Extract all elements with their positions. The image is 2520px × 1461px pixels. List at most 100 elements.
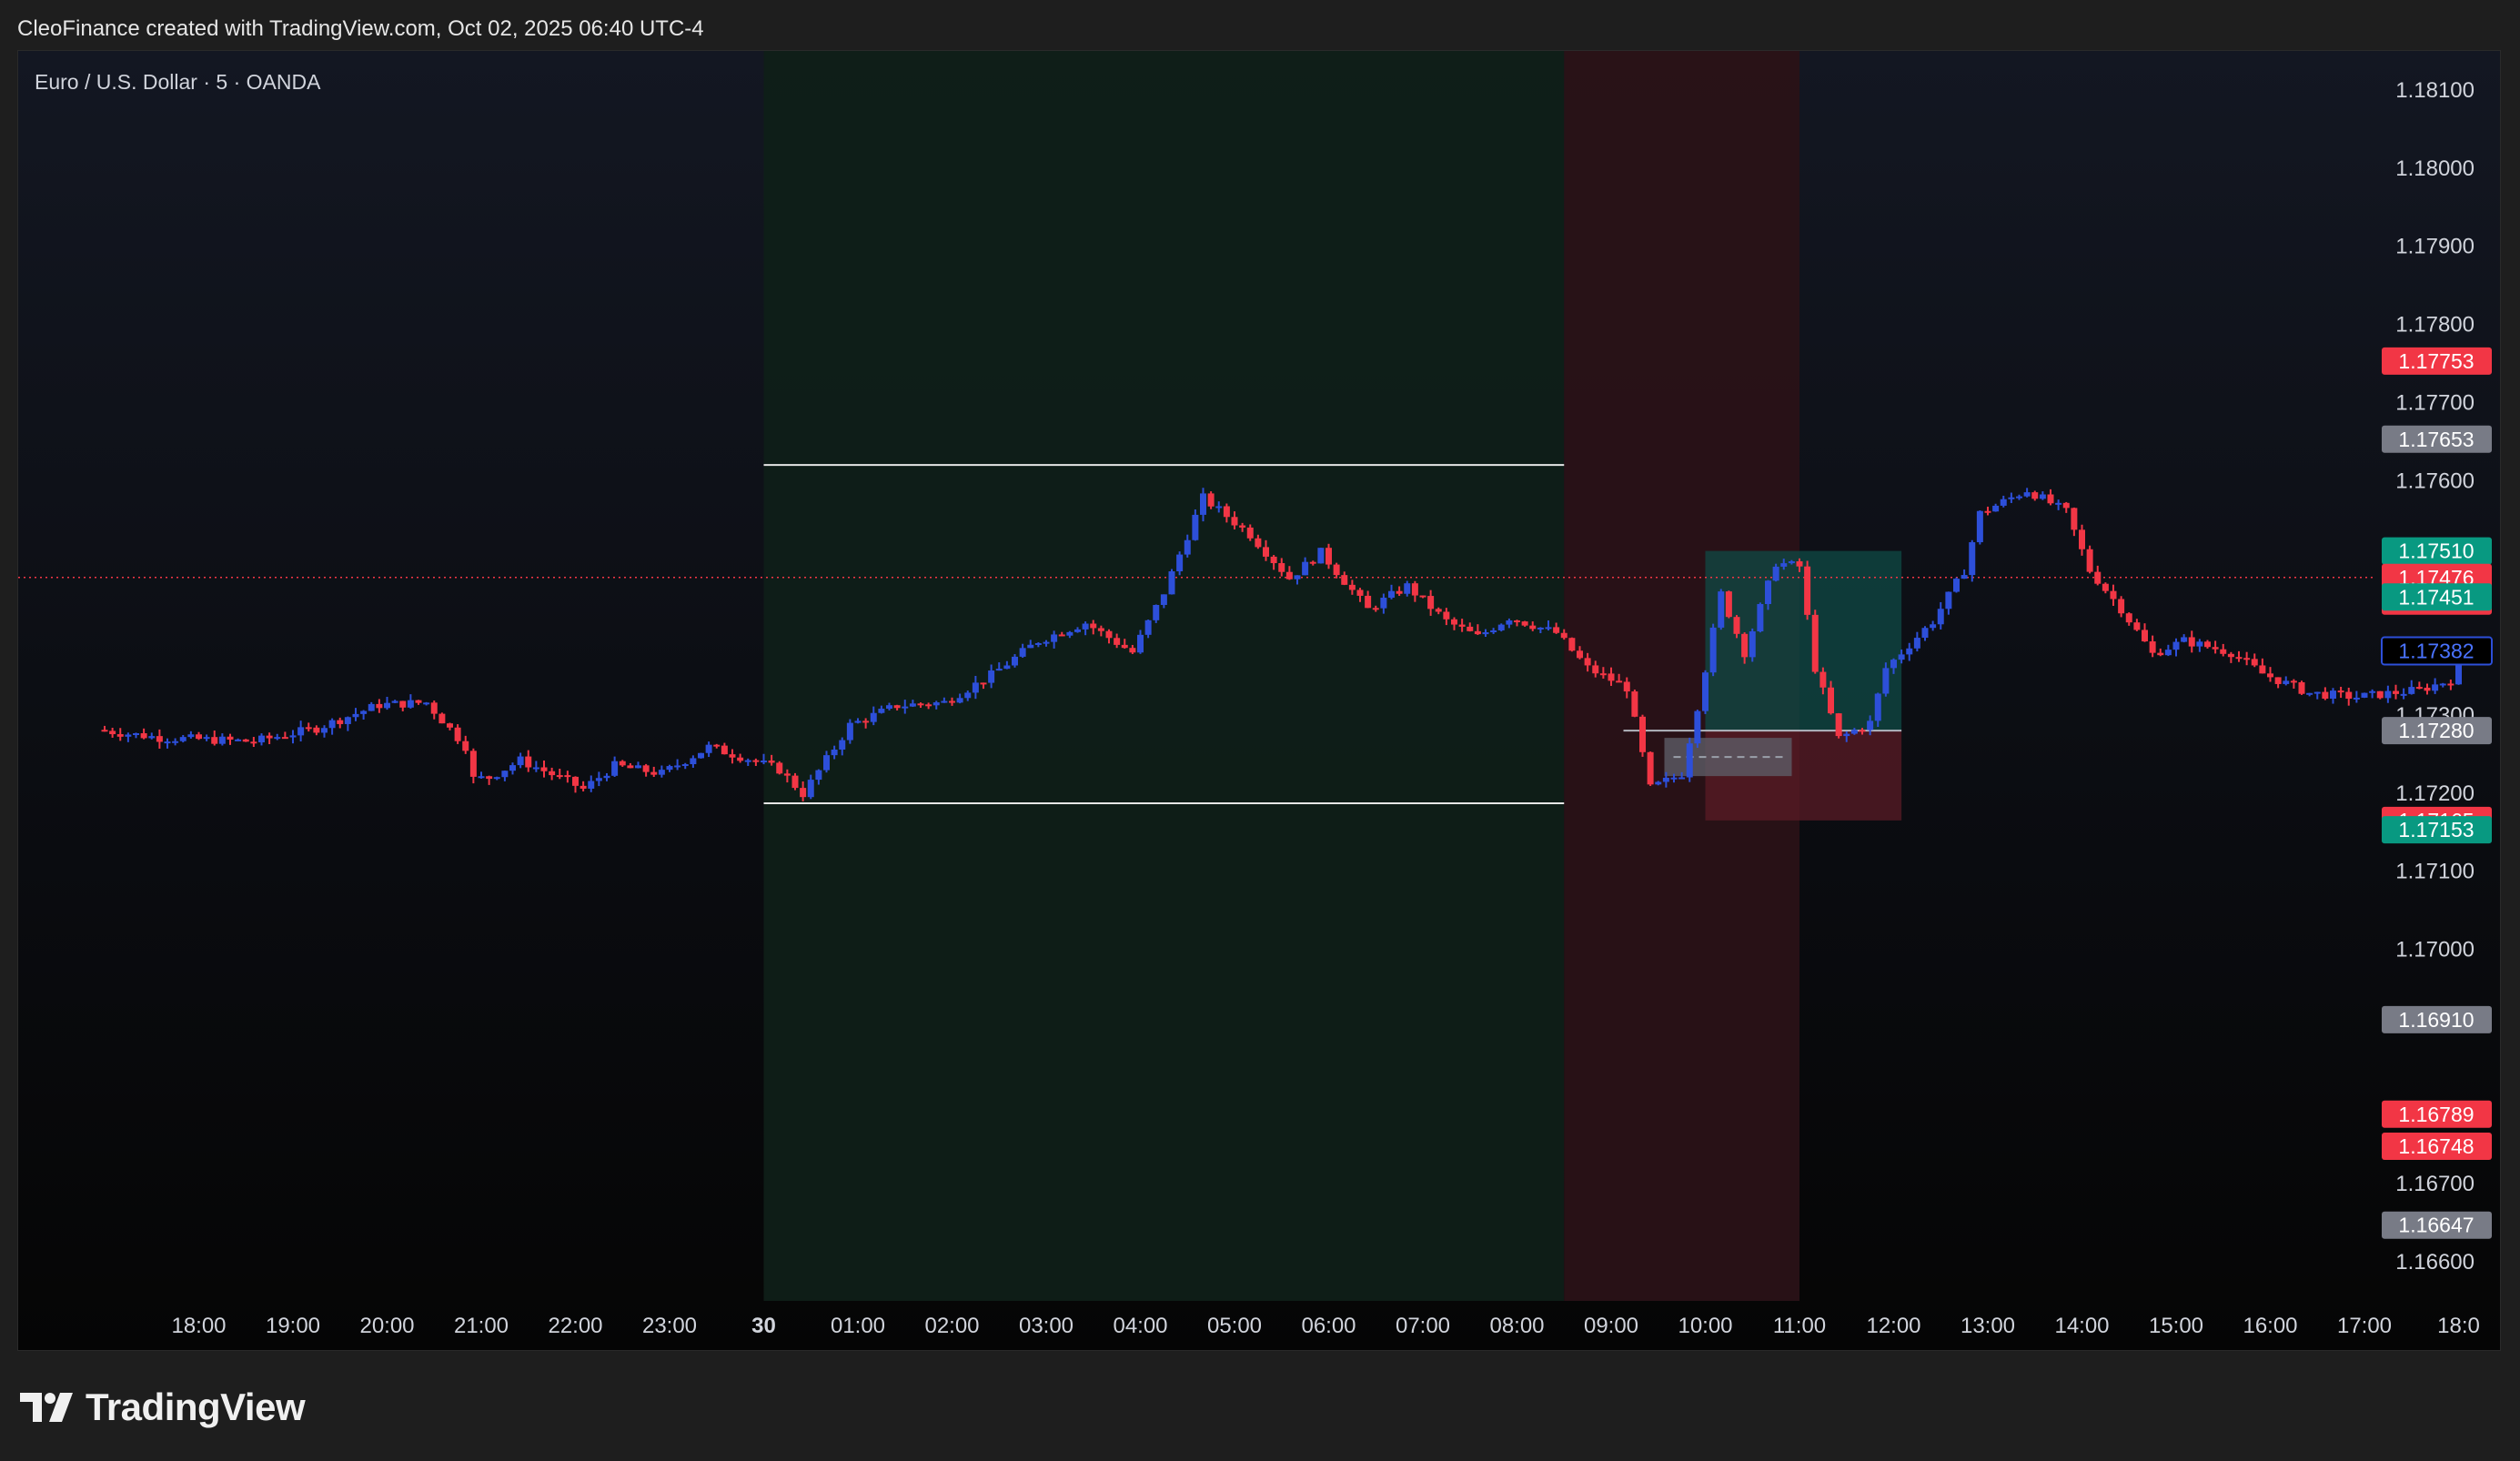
candle-body (1356, 589, 1364, 596)
candle-body (2235, 657, 2243, 660)
candle-body (337, 720, 344, 724)
tradingview-logo[interactable]: TradingView (20, 1378, 306, 1436)
x-axis-tick: 22:00 (548, 1314, 602, 1338)
candle-body (1765, 580, 1771, 605)
price-label: 1.17382 (2398, 640, 2474, 663)
candle-body (619, 761, 626, 766)
candle-body (423, 702, 430, 705)
candle-body (1921, 628, 1929, 639)
candle-body (886, 705, 892, 710)
candle-body (1239, 525, 1246, 528)
candle-body (2110, 590, 2117, 600)
candle-body (1302, 561, 1309, 576)
y-axis-tick: 1.18000 (2395, 156, 2475, 181)
candle-body (242, 739, 249, 742)
candle-body (1411, 583, 1418, 596)
candle-body (1796, 561, 1803, 567)
y-axis-tick: 1.18100 (2395, 78, 2475, 103)
candle-body (1051, 634, 1058, 642)
candle-body (454, 727, 461, 741)
candle-body (768, 761, 775, 763)
candle-body (313, 727, 320, 733)
candle-body (101, 730, 108, 732)
candle-body (1474, 630, 1481, 635)
candle-body (2157, 652, 2164, 656)
candle-body (1396, 590, 1403, 594)
y-axis-tick: 1.16600 (2395, 1250, 2475, 1275)
x-axis-tick: 30 (751, 1314, 776, 1338)
candle-body (949, 700, 955, 703)
candle-body (823, 755, 830, 771)
candlestick-chart[interactable]: 1.18100 1.18000 1.17900 1.17800 1.17700 1.176… (18, 51, 2500, 1350)
candle-body (1992, 505, 2000, 512)
candle-body (1027, 644, 1034, 649)
candle-body (705, 744, 712, 753)
candle-body (281, 737, 288, 740)
candle-body (1082, 623, 1089, 630)
candle-body (2432, 684, 2439, 691)
candle-body (1341, 575, 1348, 585)
candle-body (2424, 687, 2431, 691)
x-axis-tick: 11:00 (1773, 1314, 1826, 1338)
candle-body (1388, 590, 1395, 599)
candle-body (2181, 637, 2188, 642)
candle-body (1898, 654, 1905, 660)
candle-body (2267, 673, 2273, 678)
candle-body (761, 761, 767, 763)
candle-body (2361, 692, 2368, 698)
candle-body (164, 741, 171, 744)
candle-body (540, 767, 548, 771)
candle-body (360, 710, 368, 714)
candle-body (1326, 548, 1332, 565)
candle-body (430, 702, 438, 714)
candle-body (1144, 620, 1152, 635)
candle-body (2447, 683, 2454, 686)
candle-body (1859, 730, 1866, 732)
candle-body (1427, 596, 1435, 610)
x-axis-tick: 23:00 (642, 1314, 697, 1338)
candle-body (776, 762, 783, 774)
candle-body (666, 766, 673, 771)
candle-body (1757, 604, 1764, 632)
candle-body (2306, 692, 2313, 695)
candle-body (1616, 680, 1623, 683)
candle-body (995, 669, 1003, 671)
candle-body (2408, 687, 2415, 694)
candle-body (2204, 641, 2211, 648)
candle-body (1718, 591, 1725, 628)
candle-body (148, 736, 156, 739)
candle-body (1835, 713, 1842, 737)
candle-body (588, 781, 595, 789)
candle-body (1749, 631, 1756, 658)
candle-body (1662, 777, 1669, 782)
candle-body (1066, 631, 1074, 636)
candle-body (1192, 514, 1199, 540)
x-axis-tick: 16:00 (2243, 1314, 2297, 1338)
candle-body (1819, 671, 1827, 688)
candle-body (1545, 627, 1552, 630)
chart-panel[interactable]: 1.18100 1.18000 1.17900 1.17800 1.17700 1.176… (17, 50, 2501, 1351)
candle-body (501, 771, 509, 778)
candle-body (658, 770, 665, 775)
candle-body (1608, 673, 1615, 681)
candle-body (2290, 680, 2297, 683)
candle-body (297, 727, 305, 736)
candle-body (846, 722, 853, 741)
candle-body (1953, 579, 1960, 592)
candle-body (603, 775, 610, 779)
candle-body (344, 717, 351, 724)
candle-body (1655, 781, 1662, 785)
candle-body (2079, 529, 2085, 549)
candle-body (549, 771, 556, 776)
candle-body (674, 765, 681, 768)
candle-body (438, 713, 446, 724)
candle-body (376, 703, 383, 709)
candle-body (509, 765, 516, 771)
candle-body (1278, 563, 1285, 572)
candle-body (1686, 743, 1693, 778)
session-asia (763, 51, 1565, 1301)
candle-body (729, 754, 736, 758)
candle-body (1639, 716, 1646, 752)
candle-body (2384, 690, 2392, 699)
candle-body (1741, 633, 1749, 658)
